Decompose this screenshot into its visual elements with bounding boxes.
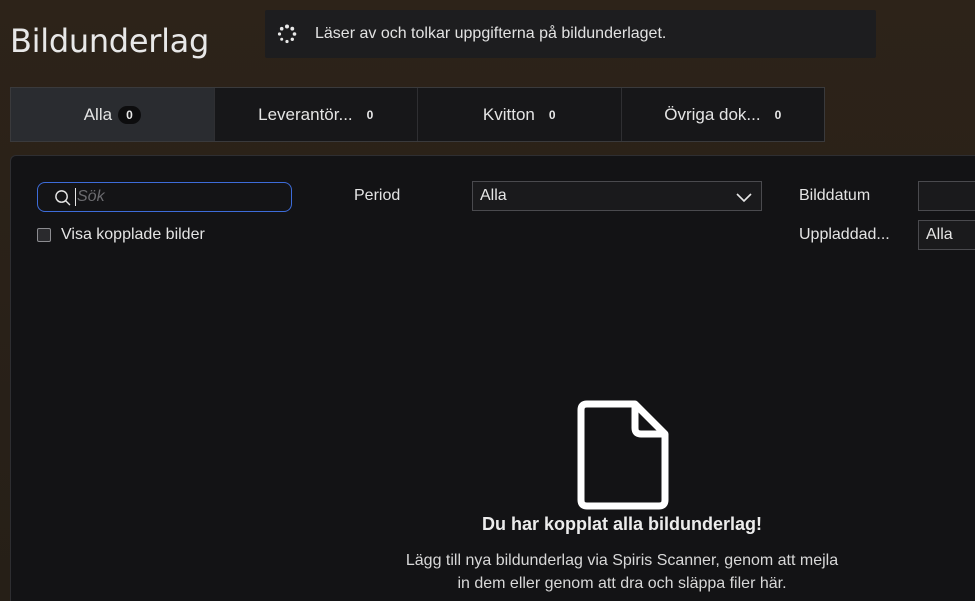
tab-count-badge: 0 <box>118 105 141 124</box>
search-input[interactable] <box>77 188 257 206</box>
page: Bildunderlag Läser av och tolkar uppgift… <box>0 0 975 601</box>
uploaded-label: Uppladdad... <box>799 226 890 243</box>
image-date-label: Bilddatum <box>799 187 871 204</box>
tab-count-badge: 0 <box>548 107 556 122</box>
tab-all[interactable]: Alla 0 <box>11 88 215 141</box>
tab-other-documents[interactable]: Övriga dok... 0 <box>622 88 825 141</box>
tab-count-badge: 0 <box>366 107 374 122</box>
tab-receipts[interactable]: Kvitton 0 <box>418 88 622 141</box>
status-toast: Läser av och tolkar uppgifterna på bildu… <box>265 10 876 58</box>
tab-label: Övriga dok... <box>664 104 761 124</box>
text-caret <box>75 188 76 206</box>
tab-label: Alla <box>83 104 113 124</box>
show-linked-images-label: Visa kopplade bilder <box>61 226 205 243</box>
page-title: Bildunderlag <box>10 22 209 60</box>
document-type-tabs: Alla 0 Leverantör... 0 Kvitton 0 Övriga … <box>10 87 825 142</box>
search-icon <box>55 189 71 205</box>
show-linked-images-checkbox[interactable] <box>37 228 51 242</box>
period-select[interactable]: Alla <box>472 181 762 211</box>
period-label: Period <box>354 187 401 204</box>
tab-supplier-invoices[interactable]: Leverantör... 0 <box>215 88 418 141</box>
toast-text: Läser av och tolkar uppgifterna på bildu… <box>315 25 667 42</box>
search-box[interactable] <box>37 182 292 212</box>
tab-label: Kvitton <box>482 104 535 124</box>
empty-state-title: Du har kopplat alla bildunderlag! <box>481 514 763 534</box>
uploaded-selected-value: Alla <box>926 226 953 243</box>
empty-state-description: Lägg till nya bildunderlag via Spiris Sc… <box>405 552 839 592</box>
show-linked-images-toggle[interactable]: Visa kopplade bilder <box>37 226 205 244</box>
tab-count-badge: 0 <box>774 107 782 122</box>
period-selected-value: Alla <box>480 187 507 204</box>
content-panel: Visa kopplade bilder Period Alla Bilddat… <box>10 155 975 601</box>
uploaded-select[interactable]: Alla <box>918 220 975 250</box>
image-date-input[interactable] <box>918 181 975 211</box>
loading-spinner-icon <box>277 24 297 44</box>
chevron-down-icon <box>736 193 752 203</box>
document-icon <box>577 400 669 510</box>
tab-label: Leverantör... <box>258 104 353 124</box>
